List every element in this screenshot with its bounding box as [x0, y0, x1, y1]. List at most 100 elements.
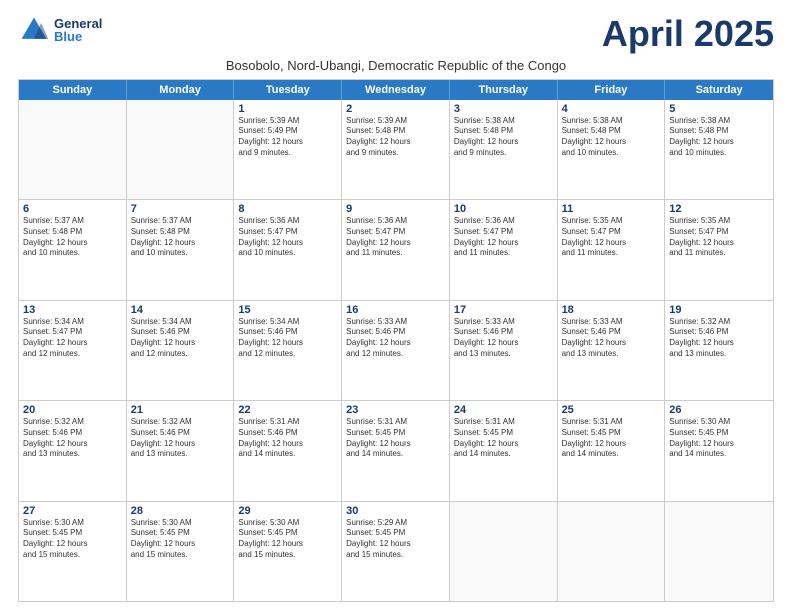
calendar: SundayMondayTuesdayWednesdayThursdayFrid…	[18, 79, 774, 602]
table-row: 22Sunrise: 5:31 AMSunset: 5:46 PMDayligh…	[234, 401, 342, 500]
day-info: Sunrise: 5:31 AMSunset: 5:45 PMDaylight:…	[346, 417, 445, 460]
table-row: 27Sunrise: 5:30 AMSunset: 5:45 PMDayligh…	[19, 502, 127, 601]
day-number: 2	[346, 103, 445, 115]
day-info: Sunrise: 5:33 AMSunset: 5:46 PMDaylight:…	[346, 317, 445, 360]
day-info: Sunrise: 5:33 AMSunset: 5:46 PMDaylight:…	[454, 317, 553, 360]
table-row	[665, 502, 773, 601]
header: General Blue April 2025	[18, 14, 774, 54]
table-row: 17Sunrise: 5:33 AMSunset: 5:46 PMDayligh…	[450, 301, 558, 400]
logo-blue: Blue	[54, 30, 102, 43]
table-row: 2Sunrise: 5:39 AMSunset: 5:48 PMDaylight…	[342, 100, 450, 199]
table-row	[127, 100, 235, 199]
day-number: 22	[238, 404, 337, 416]
day-info: Sunrise: 5:37 AMSunset: 5:48 PMDaylight:…	[23, 216, 122, 259]
table-row: 9Sunrise: 5:36 AMSunset: 5:47 PMDaylight…	[342, 200, 450, 299]
table-row	[450, 502, 558, 601]
day-of-week-header: Friday	[558, 80, 666, 100]
day-info: Sunrise: 5:38 AMSunset: 5:48 PMDaylight:…	[562, 116, 661, 159]
day-of-week-header: Thursday	[450, 80, 558, 100]
day-info: Sunrise: 5:31 AMSunset: 5:45 PMDaylight:…	[454, 417, 553, 460]
day-info: Sunrise: 5:32 AMSunset: 5:46 PMDaylight:…	[23, 417, 122, 460]
day-of-week-header: Tuesday	[234, 80, 342, 100]
table-row: 18Sunrise: 5:33 AMSunset: 5:46 PMDayligh…	[558, 301, 666, 400]
day-number: 23	[346, 404, 445, 416]
day-number: 15	[238, 304, 337, 316]
day-number: 16	[346, 304, 445, 316]
table-row: 21Sunrise: 5:32 AMSunset: 5:46 PMDayligh…	[127, 401, 235, 500]
calendar-week-row: 13Sunrise: 5:34 AMSunset: 5:47 PMDayligh…	[19, 301, 773, 401]
subtitle: Bosobolo, Nord-Ubangi, Democratic Republ…	[18, 58, 774, 73]
day-number: 8	[238, 203, 337, 215]
table-row: 3Sunrise: 5:38 AMSunset: 5:48 PMDaylight…	[450, 100, 558, 199]
day-number: 21	[131, 404, 230, 416]
table-row: 19Sunrise: 5:32 AMSunset: 5:46 PMDayligh…	[665, 301, 773, 400]
day-of-week-header: Saturday	[665, 80, 773, 100]
day-info: Sunrise: 5:32 AMSunset: 5:46 PMDaylight:…	[131, 417, 230, 460]
calendar-week-row: 6Sunrise: 5:37 AMSunset: 5:48 PMDaylight…	[19, 200, 773, 300]
title-block: April 2025	[602, 14, 774, 54]
table-row: 5Sunrise: 5:38 AMSunset: 5:48 PMDaylight…	[665, 100, 773, 199]
table-row: 29Sunrise: 5:30 AMSunset: 5:45 PMDayligh…	[234, 502, 342, 601]
table-row: 23Sunrise: 5:31 AMSunset: 5:45 PMDayligh…	[342, 401, 450, 500]
table-row: 10Sunrise: 5:36 AMSunset: 5:47 PMDayligh…	[450, 200, 558, 299]
table-row: 6Sunrise: 5:37 AMSunset: 5:48 PMDaylight…	[19, 200, 127, 299]
table-row: 13Sunrise: 5:34 AMSunset: 5:47 PMDayligh…	[19, 301, 127, 400]
table-row: 20Sunrise: 5:32 AMSunset: 5:46 PMDayligh…	[19, 401, 127, 500]
day-number: 4	[562, 103, 661, 115]
calendar-body: 1Sunrise: 5:39 AMSunset: 5:49 PMDaylight…	[19, 100, 773, 601]
table-row	[558, 502, 666, 601]
day-info: Sunrise: 5:30 AMSunset: 5:45 PMDaylight:…	[131, 518, 230, 561]
day-of-week-header: Monday	[127, 80, 235, 100]
table-row: 15Sunrise: 5:34 AMSunset: 5:46 PMDayligh…	[234, 301, 342, 400]
day-info: Sunrise: 5:31 AMSunset: 5:45 PMDaylight:…	[562, 417, 661, 460]
day-number: 11	[562, 203, 661, 215]
logo: General Blue	[18, 14, 102, 46]
day-info: Sunrise: 5:35 AMSunset: 5:47 PMDaylight:…	[669, 216, 769, 259]
calendar-week-row: 1Sunrise: 5:39 AMSunset: 5:49 PMDaylight…	[19, 100, 773, 200]
day-info: Sunrise: 5:36 AMSunset: 5:47 PMDaylight:…	[454, 216, 553, 259]
logo-icon	[18, 14, 50, 46]
day-info: Sunrise: 5:34 AMSunset: 5:46 PMDaylight:…	[238, 317, 337, 360]
month-year: April 2025	[602, 14, 774, 54]
day-info: Sunrise: 5:39 AMSunset: 5:49 PMDaylight:…	[238, 116, 337, 159]
table-row: 12Sunrise: 5:35 AMSunset: 5:47 PMDayligh…	[665, 200, 773, 299]
day-info: Sunrise: 5:38 AMSunset: 5:48 PMDaylight:…	[669, 116, 769, 159]
day-number: 7	[131, 203, 230, 215]
day-number: 3	[454, 103, 553, 115]
day-info: Sunrise: 5:36 AMSunset: 5:47 PMDaylight:…	[346, 216, 445, 259]
day-info: Sunrise: 5:34 AMSunset: 5:46 PMDaylight:…	[131, 317, 230, 360]
day-info: Sunrise: 5:33 AMSunset: 5:46 PMDaylight:…	[562, 317, 661, 360]
day-info: Sunrise: 5:38 AMSunset: 5:48 PMDaylight:…	[454, 116, 553, 159]
logo-text: General Blue	[54, 17, 102, 43]
table-row: 7Sunrise: 5:37 AMSunset: 5:48 PMDaylight…	[127, 200, 235, 299]
page: General Blue April 2025 Bosobolo, Nord-U…	[0, 0, 792, 612]
day-number: 25	[562, 404, 661, 416]
table-row: 16Sunrise: 5:33 AMSunset: 5:46 PMDayligh…	[342, 301, 450, 400]
calendar-header: SundayMondayTuesdayWednesdayThursdayFrid…	[19, 80, 773, 100]
table-row: 1Sunrise: 5:39 AMSunset: 5:49 PMDaylight…	[234, 100, 342, 199]
day-number: 27	[23, 505, 122, 517]
day-info: Sunrise: 5:36 AMSunset: 5:47 PMDaylight:…	[238, 216, 337, 259]
table-row: 8Sunrise: 5:36 AMSunset: 5:47 PMDaylight…	[234, 200, 342, 299]
day-number: 14	[131, 304, 230, 316]
day-info: Sunrise: 5:35 AMSunset: 5:47 PMDaylight:…	[562, 216, 661, 259]
calendar-week-row: 27 Sunrise: 5:30 AMSunset: 5:45 PMDayligh…	[19, 502, 773, 601]
day-number: 10	[454, 203, 553, 215]
day-number: 17	[454, 304, 553, 316]
day-info: Sunrise: 5:30 AMSunset: 5:45 PMDaylight:…	[669, 417, 769, 460]
day-info: Sunrise: 5:29 AMSunset: 5:45 PMDaylight:…	[346, 518, 445, 561]
table-row: 26Sunrise: 5:30 AMSunset: 5:45 PMDayligh…	[665, 401, 773, 500]
day-number: 19	[669, 304, 769, 316]
table-row: 11Sunrise: 5:35 AMSunset: 5:47 PMDayligh…	[558, 200, 666, 299]
day-number: 26	[669, 404, 769, 416]
day-info: Sunrise: 5:37 AMSunset: 5:48 PMDaylight:…	[131, 216, 230, 259]
day-info: Sunrise: 5:39 AMSunset: 5:48 PMDaylight:…	[346, 116, 445, 159]
day-number: 24	[454, 404, 553, 416]
day-number: 1	[238, 103, 337, 115]
table-row: 30Sunrise: 5:29 AMSunset: 5:45 PMDayligh…	[342, 502, 450, 601]
table-row	[19, 100, 127, 199]
day-of-week-header: Wednesday	[342, 80, 450, 100]
day-info: Sunrise: 5:34 AMSunset: 5:47 PMDaylight:…	[23, 317, 122, 360]
day-info: Sunrise: 5:30 AMSunset: 5:45 PMDaylight:…	[238, 518, 337, 561]
day-info: Sunrise: 5:32 AMSunset: 5:46 PMDaylight:…	[669, 317, 769, 360]
